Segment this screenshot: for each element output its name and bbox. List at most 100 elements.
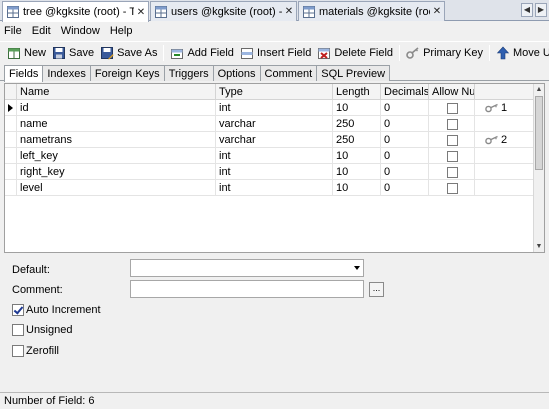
- scroll-down-icon[interactable]: ▼: [534, 241, 544, 252]
- key-icon: [406, 46, 419, 59]
- unsigned-option[interactable]: Unsigned: [12, 324, 72, 336]
- comment-label: Comment:: [12, 284, 63, 296]
- header-length[interactable]: Length: [333, 84, 381, 100]
- table-row[interactable]: right_key int 10 0: [5, 164, 534, 180]
- field-type[interactable]: int: [216, 148, 333, 164]
- key-order: 1: [501, 102, 508, 114]
- field-decimals[interactable]: 0: [381, 116, 429, 132]
- vertical-scrollbar[interactable]: ▲ ▼: [533, 84, 544, 252]
- tab-options[interactable]: Options: [212, 65, 261, 81]
- table-row[interactable]: nametrans varchar 250 0 2: [5, 132, 534, 148]
- field-length[interactable]: 250: [333, 132, 381, 148]
- dropdown-arrow-icon[interactable]: [354, 266, 360, 270]
- allow-null-checkbox[interactable]: [447, 135, 458, 146]
- tab-scroll-arrows: ◀ ▶: [521, 3, 547, 17]
- field-name[interactable]: left_key: [17, 148, 216, 164]
- field-decimals[interactable]: 0: [381, 100, 429, 116]
- allow-null-checkbox[interactable]: [447, 119, 458, 130]
- auto-increment-label: Auto Increment: [26, 304, 101, 316]
- tab-triggers[interactable]: Triggers: [163, 65, 214, 81]
- table-row[interactable]: name varchar 250 0: [5, 116, 534, 132]
- move-up-label: Move Up: [512, 46, 549, 59]
- document-tab-bar: tree @kgksite (root) - Ta... ✕ users @kg…: [0, 0, 549, 22]
- menu-edit[interactable]: Edit: [32, 25, 51, 37]
- field-count-text: Number of Field: 6: [4, 395, 95, 407]
- field-name[interactable]: nametrans: [17, 132, 216, 148]
- auto-increment-checkbox[interactable]: [12, 304, 24, 316]
- field-decimals[interactable]: 0: [381, 164, 429, 180]
- table-icon: [303, 5, 315, 18]
- scroll-right-icon[interactable]: ▶: [535, 3, 547, 17]
- menu-bar: File Edit Window Help: [0, 22, 549, 40]
- default-combobox[interactable]: [130, 259, 364, 277]
- field-decimals[interactable]: 0: [381, 148, 429, 164]
- header-decimals[interactable]: Decimals: [381, 84, 429, 100]
- field-type[interactable]: int: [216, 100, 333, 116]
- field-name[interactable]: right_key: [17, 164, 216, 180]
- tab-foreign-keys[interactable]: Foreign Keys: [89, 65, 165, 81]
- allow-null-cell: [429, 148, 475, 164]
- doc-tab-users[interactable]: users @kgksite (root) - T... ✕: [150, 1, 297, 21]
- doc-tab-label: users @kgksite (root) - T...: [171, 5, 282, 18]
- auto-increment-option[interactable]: Auto Increment: [12, 304, 101, 316]
- field-length[interactable]: 10: [333, 100, 381, 116]
- menu-window[interactable]: Window: [61, 25, 100, 37]
- comment-field[interactable]: [130, 280, 364, 298]
- field-length[interactable]: 10: [333, 164, 381, 180]
- field-length[interactable]: 250: [333, 116, 381, 132]
- delete-field-label: Delete Field: [334, 46, 394, 59]
- unsigned-label: Unsigned: [26, 324, 73, 336]
- primary-key-button[interactable]: Primary Key: [403, 43, 486, 63]
- zerofill-checkbox[interactable]: [12, 345, 24, 357]
- header-name[interactable]: Name: [17, 84, 216, 100]
- doc-tab-materials[interactable]: materials @kgksite (root)... ✕: [298, 1, 445, 21]
- allow-null-checkbox[interactable]: [447, 151, 458, 162]
- tab-fields[interactable]: Fields: [4, 65, 44, 82]
- new-button[interactable]: New: [4, 43, 49, 63]
- header-type[interactable]: Type: [216, 84, 333, 100]
- menu-file[interactable]: File: [4, 25, 22, 37]
- unsigned-checkbox[interactable]: [12, 324, 24, 336]
- close-icon[interactable]: ✕: [430, 6, 444, 17]
- field-type[interactable]: varchar: [216, 116, 333, 132]
- close-icon[interactable]: ✕: [282, 6, 296, 17]
- table-row[interactable]: level int 10 0: [5, 180, 534, 196]
- zerofill-option[interactable]: Zerofill: [12, 345, 59, 357]
- insert-field-button[interactable]: Insert Field: [237, 43, 314, 63]
- field-length[interactable]: 10: [333, 148, 381, 164]
- field-decimals[interactable]: 0: [381, 132, 429, 148]
- tab-comment[interactable]: Comment: [259, 65, 318, 81]
- field-type[interactable]: varchar: [216, 132, 333, 148]
- field-name[interactable]: name: [17, 116, 216, 132]
- tab-indexes[interactable]: Indexes: [42, 65, 91, 81]
- doc-tab-tree[interactable]: tree @kgksite (root) - Ta... ✕: [2, 1, 149, 22]
- comment-editor-button[interactable]: ...: [369, 282, 384, 297]
- save-button[interactable]: Save: [49, 43, 97, 63]
- table-row[interactable]: id int 10 0 1: [5, 100, 534, 116]
- allow-null-checkbox[interactable]: [447, 167, 458, 178]
- field-name[interactable]: level: [17, 180, 216, 196]
- save-as-label: Save As: [117, 46, 158, 59]
- header-allow-null[interactable]: Allow Null: [429, 84, 475, 100]
- design-tab-bar: Fields Indexes Foreign Keys Triggers Opt…: [4, 65, 391, 82]
- menu-help[interactable]: Help: [110, 25, 133, 37]
- scroll-left-icon[interactable]: ◀: [521, 3, 533, 17]
- save-as-button[interactable]: Save As: [97, 43, 160, 63]
- field-length[interactable]: 10: [333, 180, 381, 196]
- insert-field-icon: [240, 47, 253, 59]
- field-name[interactable]: id: [17, 100, 216, 116]
- field-type[interactable]: int: [216, 180, 333, 196]
- field-decimals[interactable]: 0: [381, 180, 429, 196]
- primary-key-icon: [485, 135, 498, 145]
- table-row[interactable]: left_key int 10 0: [5, 148, 534, 164]
- field-type[interactable]: int: [216, 164, 333, 180]
- allow-null-checkbox[interactable]: [447, 183, 458, 194]
- tab-sql-preview[interactable]: SQL Preview: [316, 65, 391, 81]
- move-up-button[interactable]: Move Up: [493, 43, 549, 63]
- scroll-up-icon[interactable]: ▲: [534, 84, 544, 95]
- close-icon[interactable]: ✕: [134, 7, 148, 18]
- delete-field-button[interactable]: Delete Field: [314, 43, 396, 63]
- scrollbar-thumb[interactable]: [535, 96, 543, 170]
- add-field-button[interactable]: Add Field: [167, 43, 236, 63]
- allow-null-checkbox[interactable]: [447, 103, 458, 114]
